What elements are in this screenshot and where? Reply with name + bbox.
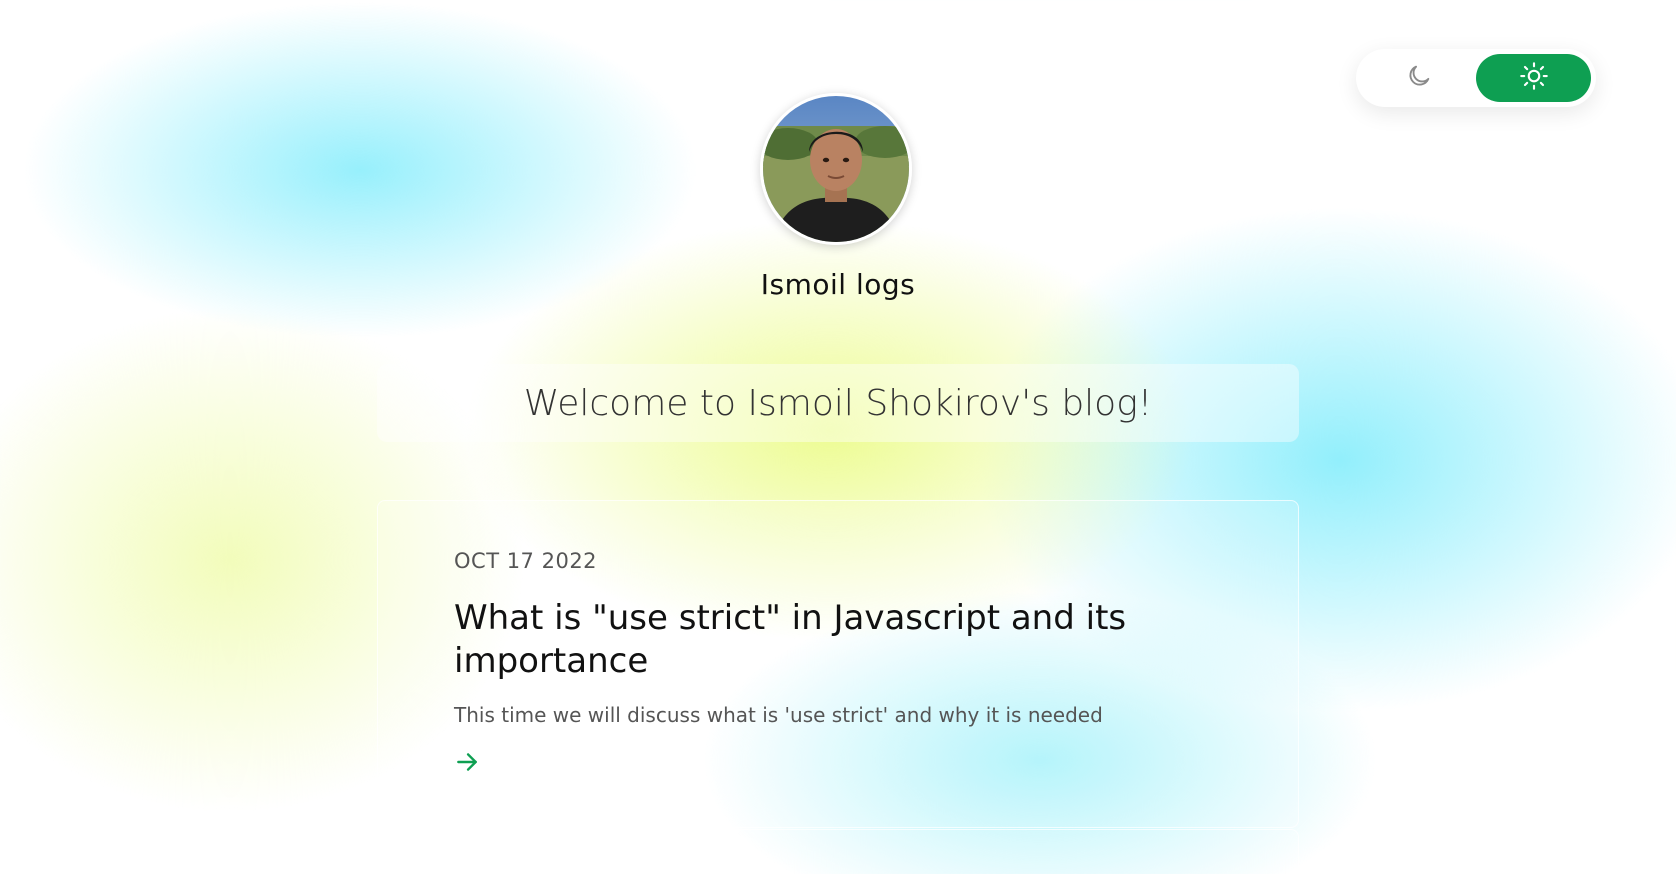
moon-icon [1405, 62, 1433, 94]
post-title[interactable]: What is "use strict" in Javascript and i… [454, 597, 1222, 683]
blog-name[interactable]: Ismoil logs [0, 268, 1676, 301]
dark-mode-button[interactable] [1361, 54, 1476, 102]
sun-icon [1519, 61, 1549, 95]
post-card[interactable]: OCT 17 2022 What is "use strict" in Java… [377, 500, 1299, 828]
welcome-text: Welcome to Ismoil Shokirov's blog! [523, 382, 1153, 424]
theme-toggle[interactable] [1356, 49, 1596, 107]
avatar[interactable] [760, 93, 912, 245]
light-mode-button[interactable] [1476, 54, 1591, 102]
post-date: OCT 17 2022 [454, 549, 598, 573]
welcome-banner: Welcome to Ismoil Shokirov's blog! [377, 364, 1299, 442]
post-card[interactable] [377, 829, 1299, 874]
arrow-right-icon[interactable] [454, 749, 480, 779]
post-excerpt: This time we will discuss what is 'use s… [454, 703, 1103, 727]
